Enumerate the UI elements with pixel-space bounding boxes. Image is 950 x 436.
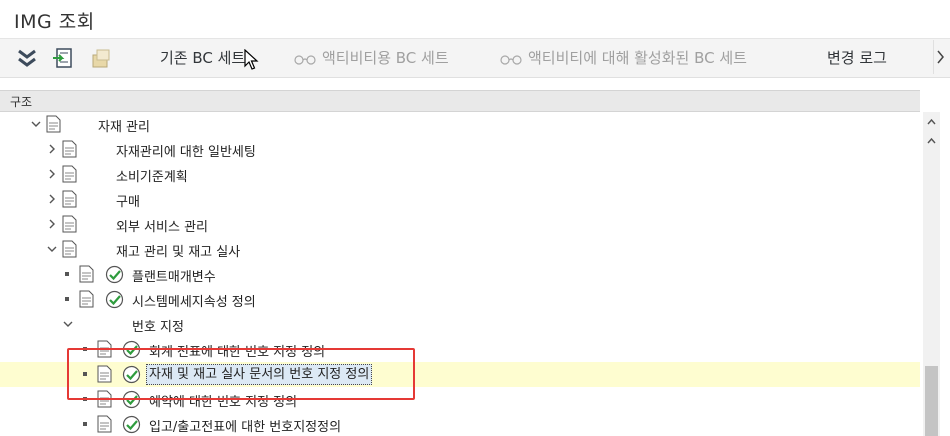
- document-icon: [62, 240, 77, 258]
- leaf-bullet: [65, 272, 69, 276]
- tree-node-label: 시스템메세지속성 정의: [132, 295, 256, 310]
- activated-bc-sets-label: 액티비티에 대해 활성화된 BC 세트: [528, 49, 747, 67]
- chevron-right-icon[interactable]: [46, 168, 58, 180]
- document-icon: [62, 190, 77, 208]
- document-icon: [79, 290, 94, 308]
- change-log-button[interactable]: 변경 로그: [827, 47, 887, 69]
- tree-node-plant-parameters[interactable]: 플랜트매개변수: [0, 262, 920, 287]
- bc-sets-for-activity-button[interactable]: 액티비티용 BC 세트: [294, 47, 449, 69]
- title-bar: IMG 조회: [0, 0, 950, 39]
- tree-node-gr-gi-doc-numbers[interactable]: 입고/출고전표에 대한 번호지정정의: [0, 412, 920, 436]
- activated-bc-sets-button[interactable]: 액티비티에 대해 활성화된 BC 세트: [500, 47, 747, 69]
- document-icon: [46, 115, 61, 133]
- existing-bc-sets-label: 기존 BC 세트: [160, 49, 246, 67]
- leaf-bullet: [65, 297, 69, 301]
- execute-activity-icon[interactable]: [122, 415, 141, 434]
- chevron-down-icon[interactable]: [30, 118, 42, 130]
- tree-node-label: 번호 지정: [132, 320, 184, 335]
- tree-node-external-services[interactable]: 외부 서비스 관리: [0, 212, 920, 237]
- leaf-bullet: [83, 422, 87, 426]
- tree-node-general-settings[interactable]: 자재관리에 대한 일반세팅: [0, 137, 920, 162]
- tree-node-label: 재고 관리 및 재고 실사: [116, 245, 241, 260]
- window-title: IMG 조회: [14, 11, 95, 33]
- glasses-icon: [500, 54, 522, 65]
- tree-node-label: 구매: [116, 195, 140, 210]
- chevron-right-icon[interactable]: [46, 143, 58, 155]
- documentation-icon[interactable]: [90, 47, 112, 69]
- glasses-icon: [294, 54, 316, 65]
- document-icon: [79, 265, 94, 283]
- tree-node-number-assignment[interactable]: 번호 지정: [0, 312, 920, 337]
- structure-header: 구조: [0, 90, 920, 112]
- collapse-all-icon[interactable]: [16, 47, 38, 69]
- tree-node-label: 외부 서비스 관리: [116, 220, 208, 235]
- chevron-right-icon: [937, 50, 944, 64]
- execute-icon[interactable]: [52, 47, 74, 69]
- toolbar-more-button[interactable]: [933, 40, 948, 74]
- tree-node-label: 플랜트매개변수: [132, 270, 216, 285]
- annotation-highlight-box: [67, 348, 415, 400]
- document-icon: [62, 165, 77, 183]
- scroll-up-icon[interactable]: [926, 135, 937, 146]
- tree-node-label: 소비기준계획: [116, 170, 188, 185]
- change-log-label: 변경 로그: [827, 49, 887, 67]
- tree-node-consumption-planning[interactable]: 소비기준계획: [0, 162, 920, 187]
- document-icon: [62, 215, 77, 233]
- tree-node-purchasing[interactable]: 구매: [0, 187, 920, 212]
- chevron-right-icon[interactable]: [46, 218, 58, 230]
- scrollbar-thumb[interactable]: [925, 366, 938, 436]
- tree-node-inventory-management[interactable]: 재고 관리 및 재고 실사: [0, 237, 920, 262]
- tree-node-label: 입고/출고전표에 대한 번호지정정의: [149, 420, 342, 435]
- document-icon: [62, 140, 77, 158]
- mouse-cursor-icon: [244, 49, 259, 70]
- scroll-up-icon[interactable]: [926, 116, 937, 127]
- bc-sets-for-activity-label: 액티비티용 BC 세트: [322, 49, 449, 67]
- structure-header-label: 구조: [10, 95, 33, 109]
- existing-bc-sets-button[interactable]: 기존 BC 세트: [160, 47, 245, 69]
- execute-activity-icon[interactable]: [105, 290, 124, 309]
- toolbar: 기존 BC 세트 액티비티용 BC 세트 액티비티에 대해 활성화된 BC 세트…: [0, 39, 950, 78]
- tree-node-label: 자재관리에 대한 일반세팅: [116, 145, 256, 160]
- execute-activity-icon[interactable]: [105, 265, 124, 284]
- tree-scrollbar[interactable]: [923, 112, 940, 436]
- tree-node-materials-management[interactable]: 자재 관리: [0, 112, 920, 137]
- chevron-right-icon[interactable]: [46, 193, 58, 205]
- chevron-down-icon[interactable]: [46, 243, 58, 255]
- tree-node-label: 자재 관리: [98, 120, 150, 135]
- document-icon: [97, 415, 112, 433]
- chevron-down-icon[interactable]: [62, 318, 74, 330]
- tree-node-system-messages[interactable]: 시스템메세지속성 정의: [0, 287, 920, 312]
